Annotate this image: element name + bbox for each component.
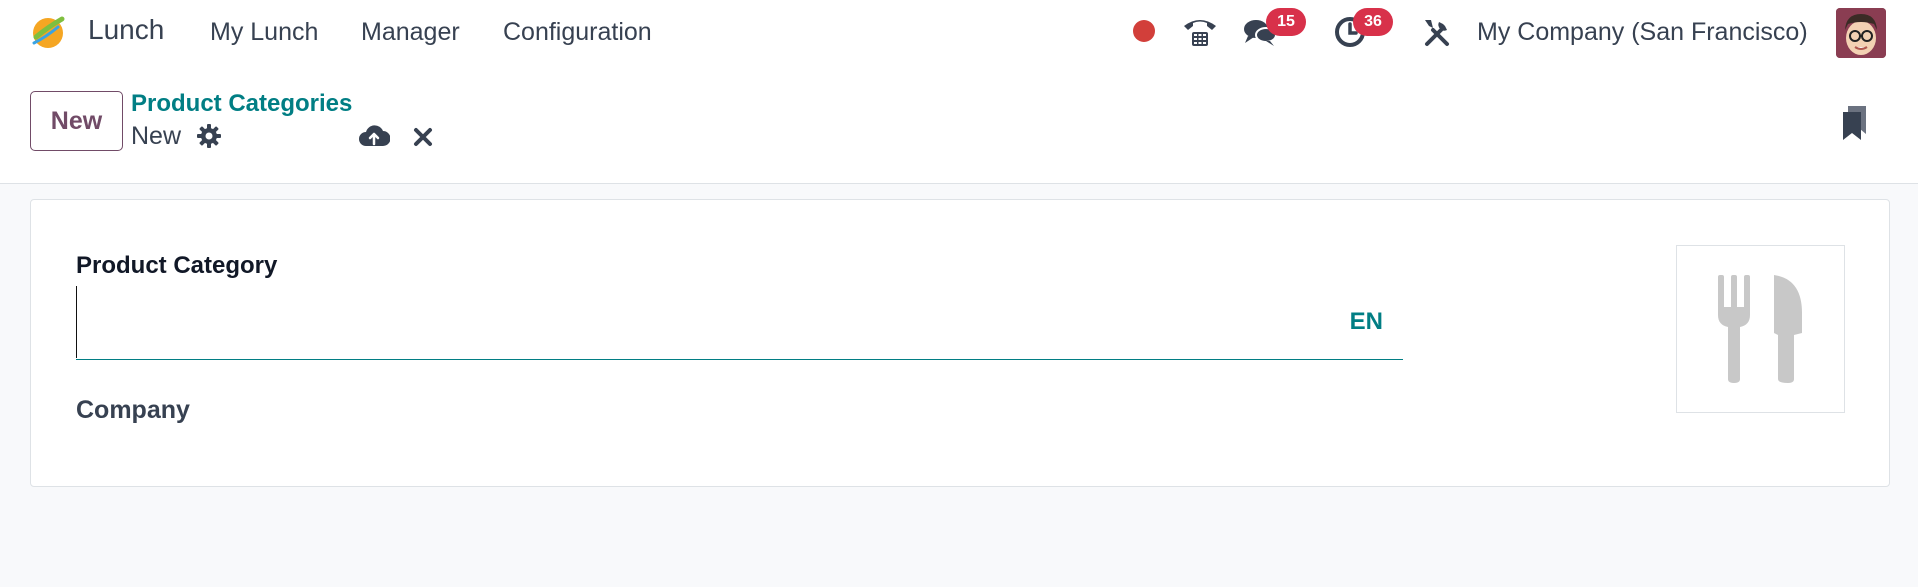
company-switcher[interactable]: My Company (San Francisco) [1477,18,1808,47]
menu-manager[interactable]: Manager [361,18,460,47]
messages-badge: 15 [1266,8,1306,36]
language-button[interactable]: EN [1350,308,1383,336]
breadcrumb-current: New [131,122,182,150]
close-icon[interactable] [410,124,436,150]
company-label: Company [76,396,190,424]
menu-my-lunch[interactable]: My Lunch [210,18,318,47]
image-upload[interactable] [1676,245,1845,413]
form-sheet: Product Category EN Company [30,199,1890,487]
avatar[interactable] [1836,8,1886,58]
product-category-field: EN [76,286,1403,360]
new-button[interactable]: New [30,91,123,151]
tools-icon[interactable] [1417,12,1457,52]
app-name[interactable]: Lunch [88,14,164,46]
top-navbar: Lunch My Lunch Manager Configuration 15 [0,0,1918,64]
phone-icon[interactable] [1180,12,1220,52]
gear-icon[interactable] [195,122,223,150]
cloud-upload-icon[interactable] [358,122,391,150]
bookmark-icon[interactable] [1840,104,1870,142]
breadcrumb-product-categories[interactable]: Product Categories [131,90,352,118]
menu-configuration[interactable]: Configuration [503,18,652,47]
fork-knife-icon [1717,275,1802,383]
record-dot[interactable] [1133,20,1155,42]
lunch-app-icon[interactable] [28,13,68,51]
control-panel: New Product Categories New [0,64,1918,184]
product-category-input[interactable] [76,286,1316,358]
activities-badge: 36 [1353,8,1393,36]
product-category-label: Product Category [76,252,278,279]
